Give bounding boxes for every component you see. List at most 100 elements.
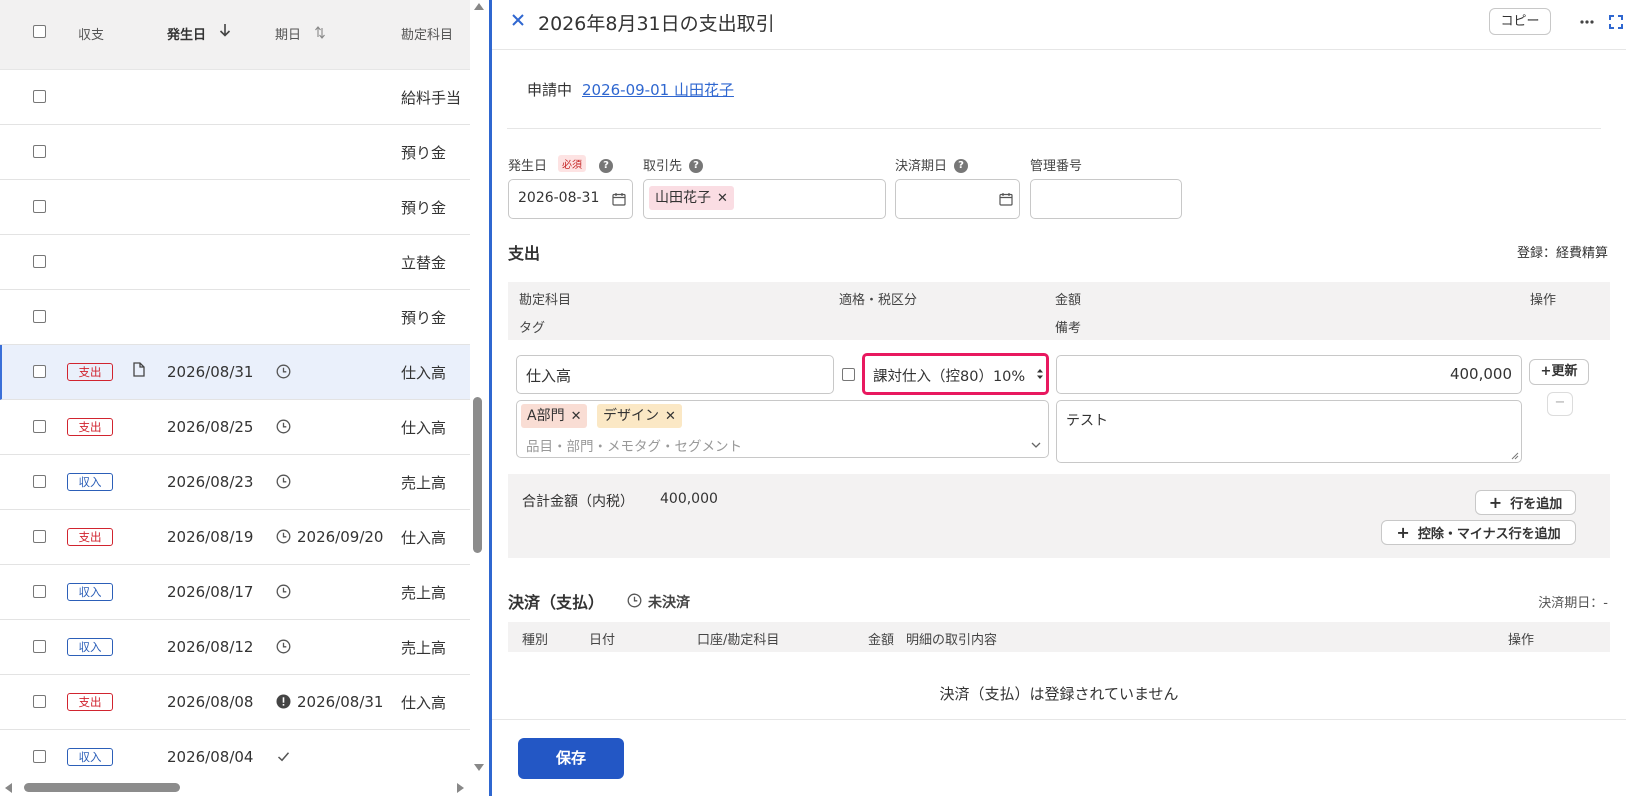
row-checkbox[interactable]	[33, 200, 46, 213]
vertical-scroll-thumb[interactable]	[473, 397, 482, 553]
amount-input[interactable]: 400,000	[1056, 355, 1522, 394]
row-account: 預り金	[401, 309, 447, 327]
sort-both-icon[interactable]	[314, 26, 326, 39]
row-checkbox[interactable]	[33, 640, 46, 653]
update-button[interactable]: +更新	[1529, 359, 1589, 385]
type-badge: 収入	[67, 748, 113, 766]
tax-category-select[interactable]: 課対仕入（控80）10%	[862, 353, 1049, 395]
horizontal-scroll-thumb[interactable]	[24, 783, 180, 792]
type-badge: 支出	[67, 693, 113, 711]
col-kind: 種別	[522, 633, 549, 648]
col-date: 日付	[589, 633, 616, 648]
memo-textarea[interactable]: テスト	[1056, 400, 1522, 463]
status-link[interactable]: 2026-09-01 山田花子	[582, 79, 734, 100]
row-checkbox[interactable]	[33, 90, 46, 103]
type-badge: 収入	[67, 473, 113, 491]
total-label: 合計金額（内税）	[522, 494, 634, 510]
help-icon[interactable]: ?	[689, 159, 703, 173]
scroll-down-icon[interactable]	[474, 764, 484, 771]
help-icon[interactable]: ?	[599, 159, 613, 173]
sort-down-icon[interactable]	[219, 22, 231, 38]
close-icon[interactable]	[511, 13, 525, 27]
list-row[interactable]: 預り金	[0, 180, 470, 235]
row-account: 仕入高	[401, 364, 447, 382]
scroll-left-icon[interactable]	[5, 783, 12, 793]
settlement-empty-message: 決済（支払）は登録されていません	[939, 685, 1179, 703]
row-checkbox[interactable]	[33, 750, 46, 763]
list-row[interactable]: 立替金	[0, 235, 470, 290]
partner-chip-label: 山田花子	[655, 190, 711, 206]
row-date: 2026/08/31	[167, 363, 254, 381]
list-row[interactable]: 支出 2026/08/19 2026/09/20 仕入高	[0, 510, 470, 565]
list-row[interactable]: 収入 2026/08/04	[0, 730, 470, 785]
row-checkbox[interactable]	[33, 310, 46, 323]
scroll-up-icon[interactable]	[474, 3, 484, 10]
header-date[interactable]: 発生日	[167, 24, 206, 43]
select-all-checkbox[interactable]	[33, 25, 46, 38]
tag-chip[interactable]: A部門 ✕	[521, 404, 588, 428]
row-checkbox[interactable]	[33, 695, 46, 708]
qualified-checkbox[interactable]	[842, 368, 855, 381]
add-row-button[interactable]: + 行を追加	[1475, 490, 1576, 515]
resize-handle-icon[interactable]	[1511, 452, 1519, 460]
list-row[interactable]: 収入 2026/08/23 売上高	[0, 455, 470, 510]
remove-chip-icon[interactable]: ✕	[717, 191, 728, 206]
list-row-selected[interactable]: 支出 2026/08/31 仕入高	[0, 345, 470, 400]
list-row[interactable]: 支出 2026/08/08 2026/08/31 仕入高	[0, 675, 470, 730]
row-account: 預り金	[401, 199, 447, 217]
header-type[interactable]: 収支	[78, 24, 104, 43]
save-button[interactable]: 保存	[518, 738, 624, 779]
row-checkbox[interactable]	[33, 530, 46, 543]
list-row[interactable]: 収入 2026/08/17 売上高	[0, 565, 470, 620]
list-row[interactable]: 預り金	[0, 125, 470, 180]
tag-chip[interactable]: デザイン ✕	[597, 404, 682, 428]
list-row[interactable]: 預り金	[0, 290, 470, 345]
memo-value: テスト	[1066, 413, 1108, 429]
clock-icon	[276, 529, 291, 544]
header-account[interactable]: 勘定科目	[401, 24, 453, 43]
document-icon[interactable]	[133, 362, 145, 377]
remove-chip-icon[interactable]: ✕	[665, 409, 676, 424]
list-row[interactable]: 収入 2026/08/12 売上高	[0, 620, 470, 675]
row-checkbox[interactable]	[33, 365, 46, 378]
row-checkbox[interactable]	[33, 475, 46, 488]
copy-button[interactable]: コピー	[1489, 8, 1551, 35]
date-input[interactable]: 2026-08-31	[508, 179, 633, 219]
header-divider	[492, 49, 1626, 50]
list-row[interactable]: 支出 2026/08/25 仕入高	[0, 400, 470, 455]
remove-row-button[interactable]: −	[1547, 392, 1573, 416]
tag-chip-label: A部門	[527, 408, 565, 424]
type-badge: 支出	[67, 528, 113, 546]
row-checkbox[interactable]	[33, 420, 46, 433]
header-due[interactable]: 期日	[275, 24, 301, 43]
clock-icon	[276, 584, 291, 599]
row-account: 仕入高	[401, 419, 447, 437]
partner-input[interactable]: 山田花子 ✕	[643, 179, 886, 219]
expand-icon[interactable]	[1609, 15, 1623, 29]
help-icon[interactable]: ?	[954, 159, 968, 173]
calendar-icon[interactable]	[999, 192, 1013, 206]
row-date: 2026/08/17	[167, 583, 254, 601]
row-checkbox[interactable]	[33, 145, 46, 158]
management-number-input[interactable]	[1030, 179, 1182, 219]
add-deduction-label: 控除・マイナス行を追加	[1417, 527, 1561, 542]
add-deduction-row-button[interactable]: + 控除・マイナス行を追加	[1381, 520, 1576, 545]
row-date: 2026/08/23	[167, 473, 254, 491]
chevron-down-icon[interactable]	[1031, 442, 1041, 448]
row-account: 売上高	[401, 639, 447, 657]
tag-chip-label: デザイン	[603, 408, 659, 424]
row-checkbox[interactable]	[33, 255, 46, 268]
partner-chip[interactable]: 山田花子 ✕	[649, 186, 734, 210]
tag-input[interactable]: A部門 ✕ デザイン ✕ 品目・部門・メモタグ・セグメント	[516, 400, 1049, 458]
more-icon[interactable]	[1580, 20, 1594, 24]
row-checkbox[interactable]	[33, 585, 46, 598]
list-row[interactable]: 給料手当	[0, 70, 470, 125]
row-date: 2026/08/04	[167, 748, 254, 766]
due-date-input[interactable]	[895, 179, 1020, 219]
settlement-due: 決済期日：-	[1538, 596, 1608, 611]
scroll-right-icon[interactable]	[457, 783, 464, 793]
account-input[interactable]: 仕入高	[516, 355, 834, 394]
remove-chip-icon[interactable]: ✕	[571, 409, 582, 424]
calendar-icon[interactable]	[612, 192, 626, 206]
row-account: 仕入高	[401, 694, 447, 712]
